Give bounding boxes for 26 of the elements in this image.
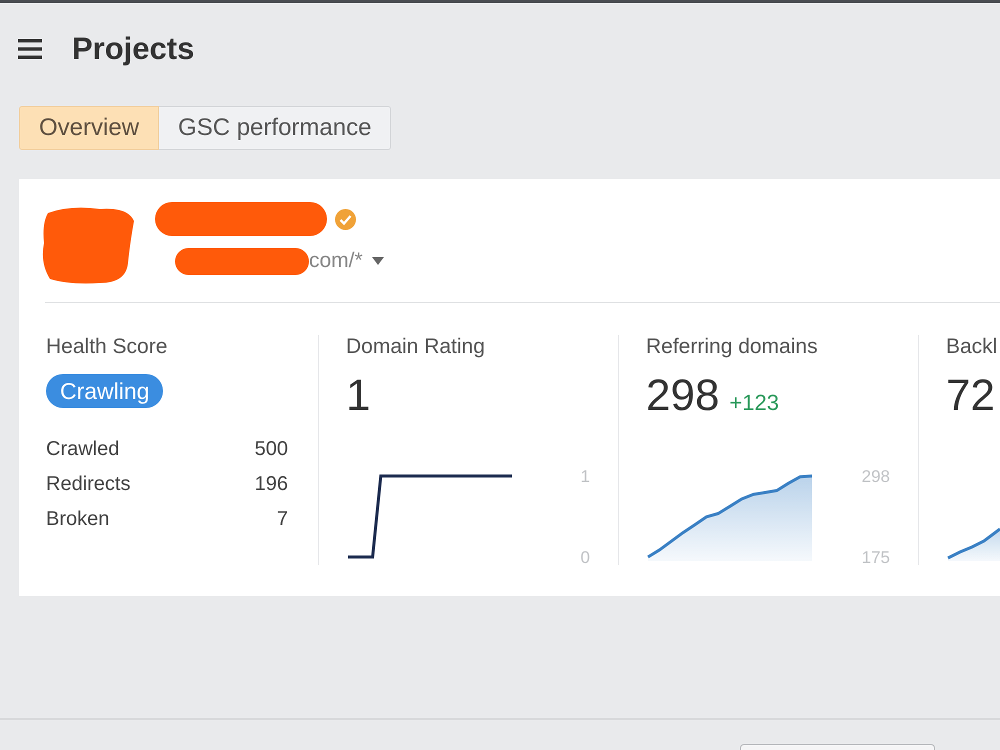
tab[interactable]: GSC performance <box>159 106 392 150</box>
axis-tick-label: 175 <box>862 548 890 566</box>
metric-value: 1 <box>346 371 370 421</box>
metric-label: Backl <box>946 335 998 359</box>
axis-tick-label: 1 <box>580 467 590 486</box>
stat-label: Broken <box>46 507 110 532</box>
stat-value: 196 <box>254 472 288 497</box>
stat-value: 7 <box>276 507 288 532</box>
stat-label: Crawled <box>46 437 120 462</box>
axis-tick-label: 298 <box>862 467 890 486</box>
project-url: com/* <box>309 249 363 273</box>
metric-value: 72 <box>946 371 995 421</box>
sparkline <box>946 525 1000 561</box>
menu-icon[interactable] <box>18 39 42 59</box>
metric-change: +123 <box>729 390 779 416</box>
metric-label: Health Score <box>46 335 168 359</box>
stat-value: 500 <box>254 437 288 462</box>
status-badge: Crawling <box>46 374 164 408</box>
tab[interactable]: Overview <box>19 106 160 150</box>
metric-label: Domain Rating <box>346 335 485 359</box>
page-title: Projects <box>72 31 194 67</box>
caret-icon[interactable] <box>372 257 384 265</box>
metric-label: Referring domains <box>646 335 818 359</box>
axis-tick-label: 0 <box>580 548 590 566</box>
stat-label: Redirects <box>46 472 130 497</box>
metric-value: 298 <box>646 371 720 421</box>
